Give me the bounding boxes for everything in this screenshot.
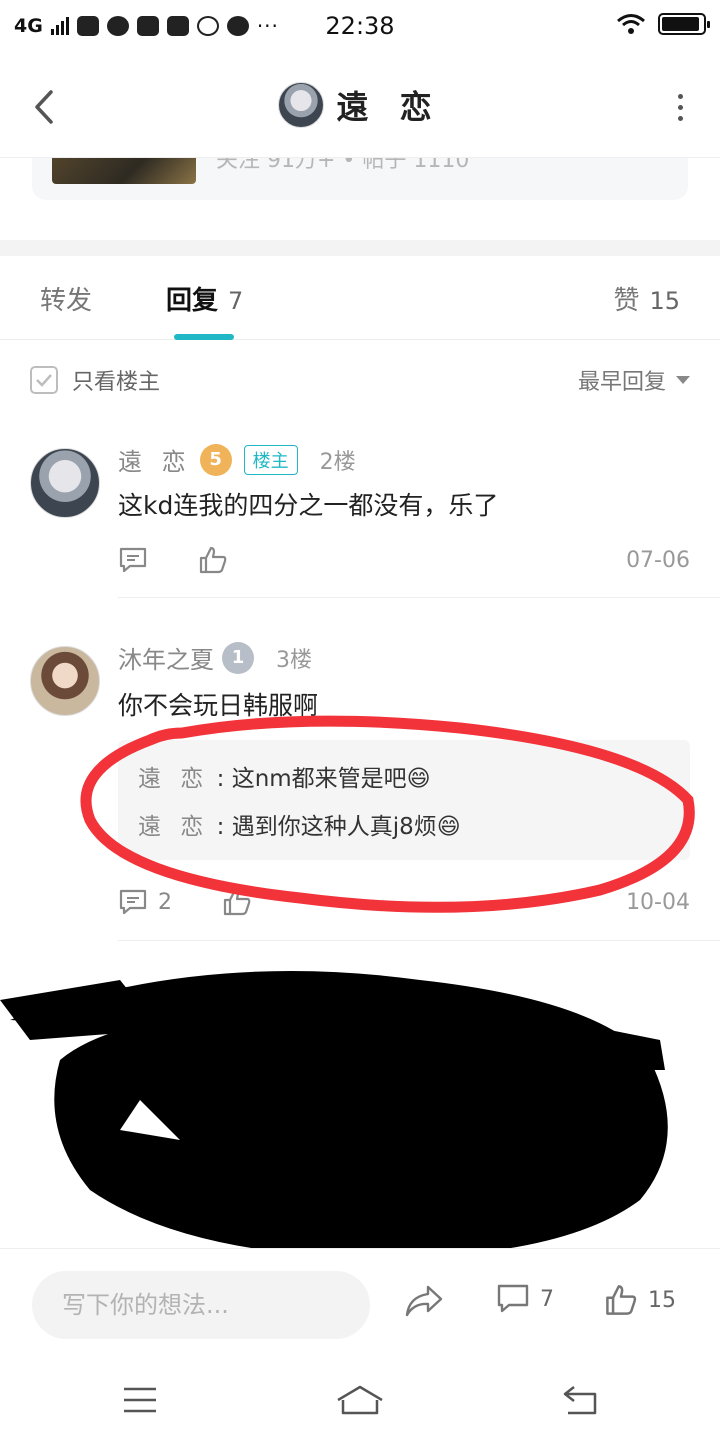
thumbs-up-icon (199, 546, 227, 574)
comment-item: 沐年之夏 1 3楼 你不会玩日韩服啊 遠 恋 : 这nm都来管是吧😄 遠 恋 :… (0, 636, 720, 936)
comment-date: 07-06 (626, 547, 690, 573)
sub-reply-author[interactable]: 遠 恋 (138, 814, 209, 840)
check-icon (36, 374, 52, 387)
sub-reply: 遠 恋 : 这nm都来管是吧😄 (138, 762, 670, 810)
sub-replies-box[interactable]: 遠 恋 : 这nm都来管是吧😄 遠 恋 : 遇到你这种人真j8烦😄 (118, 740, 690, 860)
sort-label: 最早回复 (577, 370, 666, 395)
like-post-button[interactable]: 15 (604, 1283, 676, 1317)
share-arrow-icon (405, 1285, 443, 1317)
tab-label: 转发 (40, 286, 93, 316)
divider (118, 597, 720, 598)
more-notifications-icon: ··· (256, 14, 279, 38)
back-button[interactable] (22, 85, 66, 129)
like-button[interactable] (222, 887, 252, 917)
caret-down-icon (676, 376, 690, 384)
colon: : (209, 814, 232, 840)
tab-likes[interactable]: 赞 15 (613, 280, 680, 317)
avatar (278, 81, 325, 128)
dot-icon (677, 115, 683, 121)
page-title: 遠 恋 (336, 87, 442, 126)
thumbs-up-icon (223, 888, 251, 916)
top-header: 遠 恋 (0, 52, 720, 158)
chevron-left-icon (35, 90, 53, 124)
battery-icon (658, 13, 710, 35)
level-badge: 5 (199, 443, 232, 476)
shield-icon (136, 16, 159, 36)
reply-button[interactable]: 2 (118, 888, 172, 916)
share-button[interactable] (404, 1283, 444, 1319)
tab-indicator (174, 334, 234, 340)
comment-icon (119, 547, 147, 573)
dot-icon (677, 104, 683, 110)
return-icon (563, 1386, 597, 1415)
reply-button[interactable] (118, 546, 148, 574)
clock-icon (196, 16, 219, 36)
level-badge: 1 (222, 641, 254, 674)
system-back-button[interactable] (550, 1380, 610, 1420)
tab-label: 回复 (166, 286, 219, 316)
floor-number: 3楼 (276, 647, 312, 673)
colon: : (209, 766, 232, 792)
redaction-scribble (0, 971, 668, 1259)
tab-count: 7 (228, 287, 244, 315)
like-count: 15 (648, 1287, 676, 1313)
sort-dropdown[interactable]: 最早回复 (578, 364, 690, 396)
sub-reply-text: 遇到你这种人真j8烦😄 (231, 814, 461, 840)
comment-actions: 07-06 (118, 540, 690, 580)
sub-reply-text: 这nm都来管是吧😄 (231, 766, 431, 792)
comment-composer-bar: 7 15 (0, 1248, 720, 1360)
sub-reply-author[interactable]: 遠 恋 (138, 766, 209, 792)
notification-app-icon (76, 16, 99, 36)
image-app-icon (166, 16, 189, 36)
op-badge: 楼主 (243, 444, 298, 475)
system-nav-bar (0, 1360, 720, 1440)
status-bar: 4G ··· 22:38 (0, 0, 720, 52)
tab-replies[interactable]: 回复 7 (166, 280, 243, 317)
like-button[interactable] (198, 545, 228, 575)
sub-reply: 遠 恋 : 遇到你这种人真j8烦😄 (138, 810, 670, 858)
home-button[interactable] (330, 1380, 390, 1420)
comment-header: 沐年之夏 1 3楼 (118, 640, 312, 675)
more-options-button[interactable] (670, 85, 690, 129)
tab-count: 15 (649, 287, 680, 315)
only-op-checkbox[interactable] (30, 366, 58, 394)
comment-author[interactable]: 遠 恋 (118, 442, 192, 477)
header-user[interactable]: 遠 恋 (278, 81, 442, 128)
comment-author[interactable]: 沐年之夏 (118, 640, 214, 675)
comment-text: 这kd连我的四分之一都没有，乐了 (118, 491, 499, 520)
signal-icon (50, 17, 69, 35)
comment-icon (497, 1284, 529, 1313)
browser-icon (106, 16, 129, 36)
comment-date: 10-04 (626, 889, 690, 915)
comment-input[interactable] (32, 1271, 370, 1339)
comment-avatar[interactable] (30, 646, 100, 716)
wifi-icon (617, 14, 645, 34)
menu-button[interactable] (110, 1380, 170, 1420)
floor-number: 2楼 (319, 449, 356, 475)
filter-row: 只看楼主 最早回复 (0, 352, 720, 408)
only-op-label[interactable]: 只看楼主 (72, 364, 160, 396)
dot-icon (677, 93, 683, 99)
menu-icon (124, 1387, 156, 1413)
thumbs-up-icon (606, 1285, 637, 1315)
chat-bubble-icon (226, 16, 249, 36)
tab-repost[interactable]: 转发 (40, 280, 92, 317)
tab-label: 赞 (613, 286, 640, 316)
comment-icon (119, 889, 147, 915)
reply-count: 2 (158, 889, 172, 915)
comment-header: 遠 恋 5 楼主 2楼 (118, 442, 356, 477)
comment-avatar[interactable] (30, 448, 100, 518)
comment-actions: 2 10-04 (118, 882, 690, 922)
comments-button[interactable]: 7 (496, 1283, 554, 1315)
network-label: 4G (14, 15, 43, 37)
comment-text: 你不会玩日韩服啊 (118, 691, 319, 720)
comment-item: 遠 恋 5 楼主 2楼 这kd连我的四分之一都没有，乐了 07-06 (0, 438, 720, 598)
tab-bar: 转发 回复 7 赞 15 (0, 256, 720, 340)
section-divider (0, 240, 720, 256)
comment-count: 7 (540, 1286, 554, 1312)
home-icon (337, 1385, 383, 1415)
